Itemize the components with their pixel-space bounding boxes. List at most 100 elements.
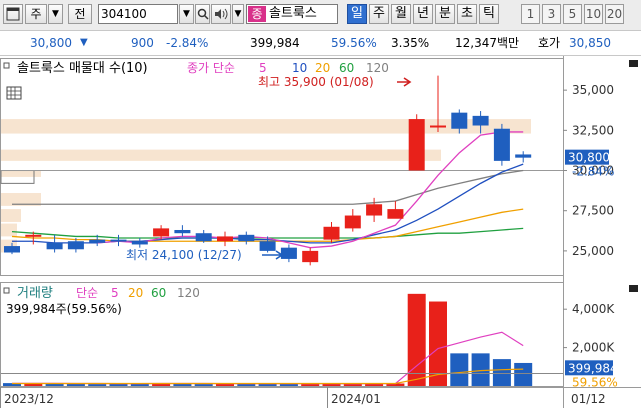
stock-tag: 종 [248, 6, 266, 22]
candle-body-16 [344, 215, 361, 229]
chart-background [0, 56, 641, 408]
interval-button-20[interactable]: 20 [605, 4, 624, 24]
volume-profile-bar-1 [1, 149, 441, 161]
search-button[interactable] [195, 4, 210, 24]
candle-body-10 [217, 236, 233, 242]
stock-name: 솔트룩스 [269, 6, 317, 21]
code-dropdown-icon[interactable]: ▼ [179, 4, 194, 24]
ma-period-120: 120 [366, 61, 389, 75]
speaker-dropdown-icon[interactable]: ▼ [232, 4, 244, 24]
candle-body-2 [46, 242, 63, 250]
candle-body-23 [493, 128, 510, 161]
price-panel-title: 솔트룩스 매물대 수(10) [17, 61, 148, 76]
volume-bar-19 [407, 293, 426, 386]
candle-body-21 [451, 112, 468, 129]
stock-name-box[interactable]: 종 솔트룩스 [246, 4, 338, 24]
candle-body-24 [515, 154, 532, 158]
quote-value: 30,850 [569, 36, 611, 50]
trade-amount: 12,347백만 [455, 36, 520, 50]
y-tick-label-3: 27,500 [572, 204, 614, 218]
candle-body-22 [472, 115, 489, 126]
candle-body-12 [259, 241, 276, 251]
volume-bar-14 [301, 384, 320, 386]
candle-body-13 [280, 247, 297, 259]
volume-bar-21 [450, 353, 469, 386]
ma-period-20: 20 [315, 61, 330, 75]
volume-tick-label-1: 2,000K [572, 341, 615, 355]
volume-value-note: 399,984주(59.56%) [6, 302, 122, 316]
period-button-0[interactable]: 일 [347, 4, 367, 24]
volume-bar-4 [88, 384, 107, 386]
volume-ma-label: 단순 [76, 286, 98, 300]
interval-button-3[interactable]: 3 [542, 4, 561, 24]
toolbar: 주 ▼ 전 304100 ▼ ▼ 종 솔트룩스 일주월년분초틱 1 3 5 10 20 [0, 0, 641, 31]
current-change-tag: -2.84% [572, 165, 614, 179]
candle-body-7 [153, 228, 170, 237]
ma-period-60: 60 [339, 61, 354, 75]
candle-body-3 [67, 241, 84, 250]
volume-bar-9 [194, 384, 213, 386]
volume-ma-period-120: 120 [177, 286, 200, 300]
x-axis-label-0: 2023/12 [4, 392, 54, 406]
period-button-3[interactable]: 년 [413, 4, 433, 24]
ma-period-10: 10 [292, 61, 307, 75]
interval-button-1[interactable]: 1 [521, 4, 540, 24]
search-icon [197, 8, 209, 20]
candle-body-6 [131, 241, 148, 245]
price-panel-close-icon [629, 60, 638, 67]
current-volume-pct: 59.56% [572, 375, 618, 389]
current-price-tag: 30,800 [568, 151, 610, 165]
stock-code-input[interactable]: 304100 [98, 4, 178, 24]
speaker-button[interactable] [211, 4, 231, 24]
candle-body-1 [25, 234, 42, 237]
interval-button-5[interactable]: 5 [563, 4, 582, 24]
candle-body-11 [238, 234, 255, 242]
volume-value: 399,984 [250, 36, 300, 50]
current-price: 30,800 [30, 36, 72, 50]
volume-panel-close-icon [629, 285, 638, 292]
ma-label: 종가 단순 [187, 61, 235, 75]
volume-bar-22 [471, 353, 490, 386]
volume-bar-24 [514, 362, 533, 386]
volume-panel-title: 거래량 [17, 286, 53, 301]
candle-body-9 [195, 233, 212, 242]
candle-body-19 [408, 119, 425, 171]
y-tick-label-0: 35,000 [572, 83, 614, 97]
down-arrow-icon: ▼ [80, 37, 88, 48]
candle-body-18 [387, 209, 404, 219]
x-axis-label-2: 01/12 [571, 392, 606, 406]
y-tick-label-4: 25,000 [572, 244, 614, 258]
volume-ma-period-60: 60 [151, 286, 166, 300]
chart-area[interactable]: 35,000 32,500 30,000 27,500 25,000 최고 35,900 … [0, 56, 641, 408]
interval-button-10[interactable]: 10 [584, 4, 603, 24]
volume-ratio: 59.56% [331, 36, 377, 50]
volume-profile-bar-4 [1, 209, 21, 222]
stock-chart[interactable]: 35,00032,50030,00027,50025,000최고 35,900 … [0, 56, 641, 408]
chart-type-dropdown-icon[interactable]: ▼ [48, 4, 63, 24]
y-tick-label-1: 32,500 [572, 123, 614, 137]
window-menu-button[interactable] [3, 4, 23, 24]
period-button-2[interactable]: 월 [391, 4, 411, 24]
candle-body-4 [89, 239, 106, 243]
candle-body-5 [110, 239, 127, 242]
volume-profile-bar-5 [1, 223, 17, 237]
volume-profile-bar-2 [1, 170, 41, 177]
chart-type-button[interactable]: 주 [25, 4, 47, 24]
change-percent: -2.84% [166, 36, 209, 50]
candle-body-14 [302, 250, 319, 263]
volume-ma-period-5: 5 [111, 286, 119, 300]
candle-body-15 [323, 226, 340, 240]
ma-period-5: 5 [259, 61, 267, 75]
table-icon [6, 86, 22, 100]
x-axis-label-1: 2024/01 [331, 392, 381, 406]
high-price-note: 최고 35,900 (01/08) [258, 75, 374, 89]
period-button-5[interactable]: 초 [457, 4, 477, 24]
low-price-note: 최저 24,100 (12/27) [126, 248, 242, 262]
turnover-ratio: 3.35% [391, 36, 430, 50]
compare-button[interactable]: 전 [68, 4, 92, 24]
period-button-1[interactable]: 주 [369, 4, 389, 24]
period-button-6[interactable]: 틱 [479, 4, 499, 24]
volume-ma-period-20: 20 [128, 286, 143, 300]
period-button-4[interactable]: 분 [435, 4, 455, 24]
candle-body-0 [4, 246, 20, 253]
